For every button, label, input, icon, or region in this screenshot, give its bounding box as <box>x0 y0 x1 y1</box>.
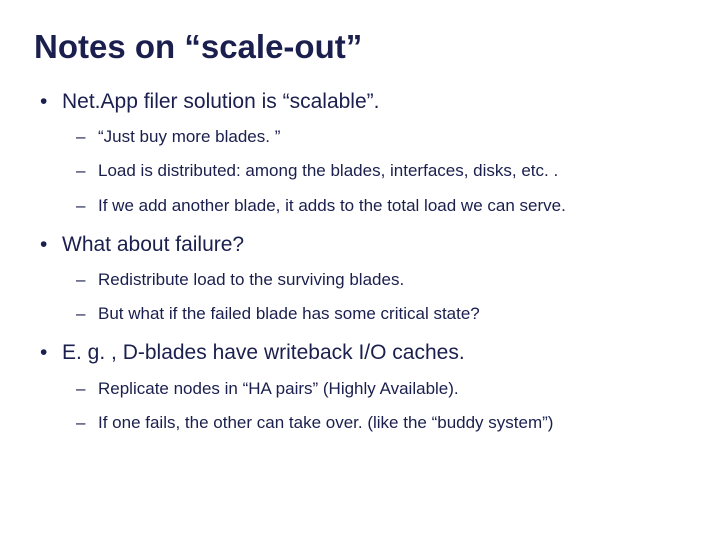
sub-bullet-text: If one fails, the other can take over. (… <box>98 413 553 432</box>
sub-bullet-item: “Just buy more blades. ” <box>62 126 686 148</box>
bullet-item: What about failure? Redistribute load to… <box>34 231 686 326</box>
sub-bullet-text: “Just buy more blades. ” <box>98 127 280 146</box>
sub-bullet-item: But what if the failed blade has some cr… <box>62 303 686 325</box>
sub-bullet-text: If we add another blade, it adds to the … <box>98 196 566 215</box>
sub-bullet-text: Load is distributed: among the blades, i… <box>98 161 558 180</box>
sub-bullet-list: “Just buy more blades. ” Load is distrib… <box>62 126 686 216</box>
bullet-item: Net.App filer solution is “scalable”. “J… <box>34 88 686 217</box>
sub-bullet-item: If one fails, the other can take over. (… <box>62 412 686 434</box>
bullet-text: Net.App filer solution is “scalable”. <box>62 90 379 113</box>
sub-bullet-text: But what if the failed blade has some cr… <box>98 304 480 323</box>
slide-title: Notes on “scale-out” <box>34 28 686 66</box>
bullet-text: What about failure? <box>62 233 244 256</box>
bullet-text: E. g. , D-blades have writeback I/O cach… <box>62 341 465 364</box>
sub-bullet-list: Replicate nodes in “HA pairs” (Highly Av… <box>62 378 686 434</box>
sub-bullet-item: Load is distributed: among the blades, i… <box>62 160 686 182</box>
sub-bullet-text: Replicate nodes in “HA pairs” (Highly Av… <box>98 379 459 398</box>
bullet-item: E. g. , D-blades have writeback I/O cach… <box>34 339 686 434</box>
sub-bullet-item: Replicate nodes in “HA pairs” (Highly Av… <box>62 378 686 400</box>
slide: Notes on “scale-out” Net.App filer solut… <box>0 0 720 540</box>
sub-bullet-item: If we add another blade, it adds to the … <box>62 195 686 217</box>
sub-bullet-text: Redistribute load to the surviving blade… <box>98 270 404 289</box>
sub-bullet-list: Redistribute load to the surviving blade… <box>62 269 686 325</box>
sub-bullet-item: Redistribute load to the surviving blade… <box>62 269 686 291</box>
bullet-list: Net.App filer solution is “scalable”. “J… <box>34 88 686 434</box>
